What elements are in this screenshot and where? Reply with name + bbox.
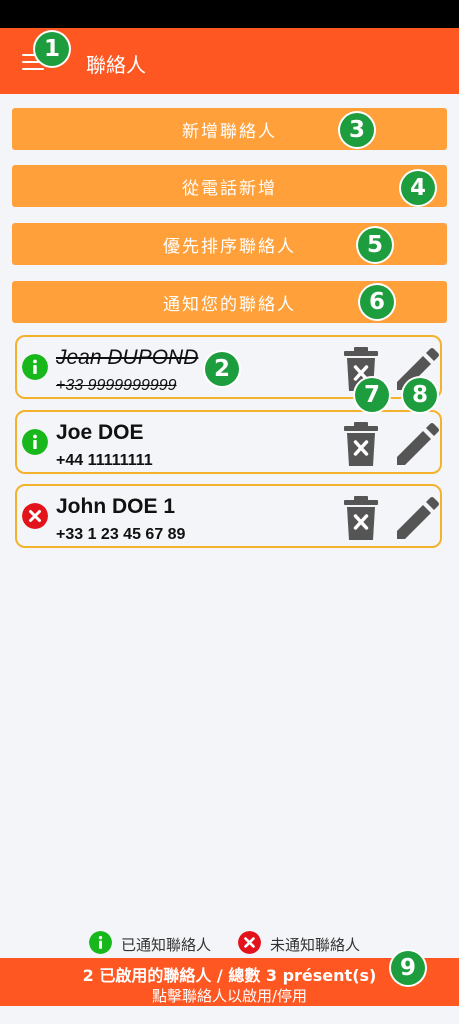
- annotation-badge: 7: [355, 378, 389, 412]
- add-contact-button[interactable]: 新增聯絡人: [12, 108, 447, 150]
- contact-name: Jean DUPOND: [56, 346, 199, 369]
- annotation-badge: 9: [391, 951, 425, 985]
- legend-notified-label: 已通知聯絡人: [121, 936, 212, 954]
- annotation-badge: 4: [401, 171, 435, 205]
- annotation-badge: 6: [360, 285, 394, 319]
- contact-card-joe-doe[interactable]: Joe DOE +44 11111111: [15, 410, 442, 474]
- contact-phone: +44 11111111: [56, 452, 153, 469]
- contact-phone: +33 1 23 45 67 89: [56, 526, 186, 543]
- trash-icon[interactable]: [343, 421, 379, 467]
- close-icon: [238, 931, 261, 954]
- close-icon: [22, 503, 48, 529]
- annotation-badge: 5: [358, 228, 392, 262]
- annotation-badge: 8: [403, 378, 437, 412]
- contact-name: John DOE 1: [56, 495, 176, 518]
- status-bar: [0, 0, 459, 28]
- info-icon: [22, 429, 48, 455]
- annotation-badge: 3: [340, 113, 374, 147]
- app-bar: [0, 28, 459, 94]
- contact-card-john-doe-1[interactable]: John DOE 1 +33 1 23 45 67 89: [15, 484, 442, 548]
- info-icon: [89, 931, 112, 954]
- annotation-badge: 1: [35, 32, 69, 66]
- footer-hint: 點擊聯絡人以啟用/停用: [151, 987, 308, 1005]
- pencil-icon[interactable]: [393, 495, 439, 541]
- trash-icon[interactable]: [343, 495, 379, 541]
- page-title: 聯絡人: [86, 53, 146, 77]
- pencil-icon[interactable]: [393, 421, 439, 467]
- info-icon: [22, 354, 48, 380]
- annotation-badge: 2: [205, 352, 239, 386]
- legend-not-notified-label: 未通知聯絡人: [270, 936, 361, 954]
- legend: 已通知聯絡人 未通知聯絡人: [0, 930, 459, 956]
- navigation-bar: [0, 1006, 459, 1024]
- add-from-phone-button[interactable]: 從電話新增: [12, 165, 447, 207]
- contact-name: Joe DOE: [56, 421, 144, 444]
- contact-phone: +33 9999999999: [56, 377, 177, 394]
